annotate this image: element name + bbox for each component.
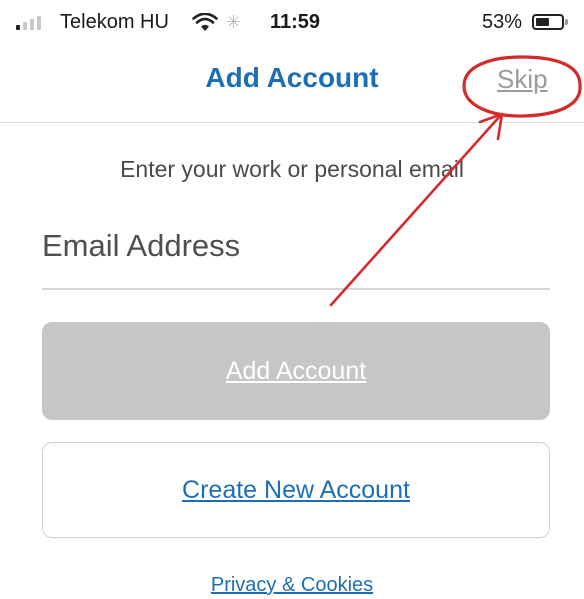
status-time: 11:59: [270, 11, 321, 33]
signal-icon: [16, 14, 41, 30]
email-field[interactable]: [42, 218, 550, 274]
battery-nub: [565, 19, 568, 25]
privacy-cookies-link[interactable]: Privacy & Cookies: [0, 574, 584, 597]
battery-icon: [532, 14, 568, 30]
annotation-arrow-line: [329, 114, 502, 307]
battery-level-fill: [536, 18, 549, 26]
add-account-screen: Telekom HU ✳ 11:59 53% Add Account Skip …: [0, 0, 584, 599]
skip-button[interactable]: Skip: [497, 64, 548, 95]
create-new-account-button[interactable]: Create New Account: [42, 442, 550, 538]
add-account-button[interactable]: Add Account: [42, 322, 550, 420]
activity-spinner-icon: ✳: [226, 12, 242, 32]
annotation-arrowhead: [478, 112, 504, 141]
instruction-text: Enter your work or personal email: [120, 156, 464, 182]
carrier-name: Telekom HU: [60, 11, 169, 33]
battery-percentage: 53%: [482, 11, 523, 33]
email-field-underline: [42, 288, 550, 290]
nav-divider: [0, 122, 584, 123]
wifi-icon: [192, 13, 218, 31]
status-bar: Telekom HU ✳ 11:59 53%: [0, 0, 584, 50]
